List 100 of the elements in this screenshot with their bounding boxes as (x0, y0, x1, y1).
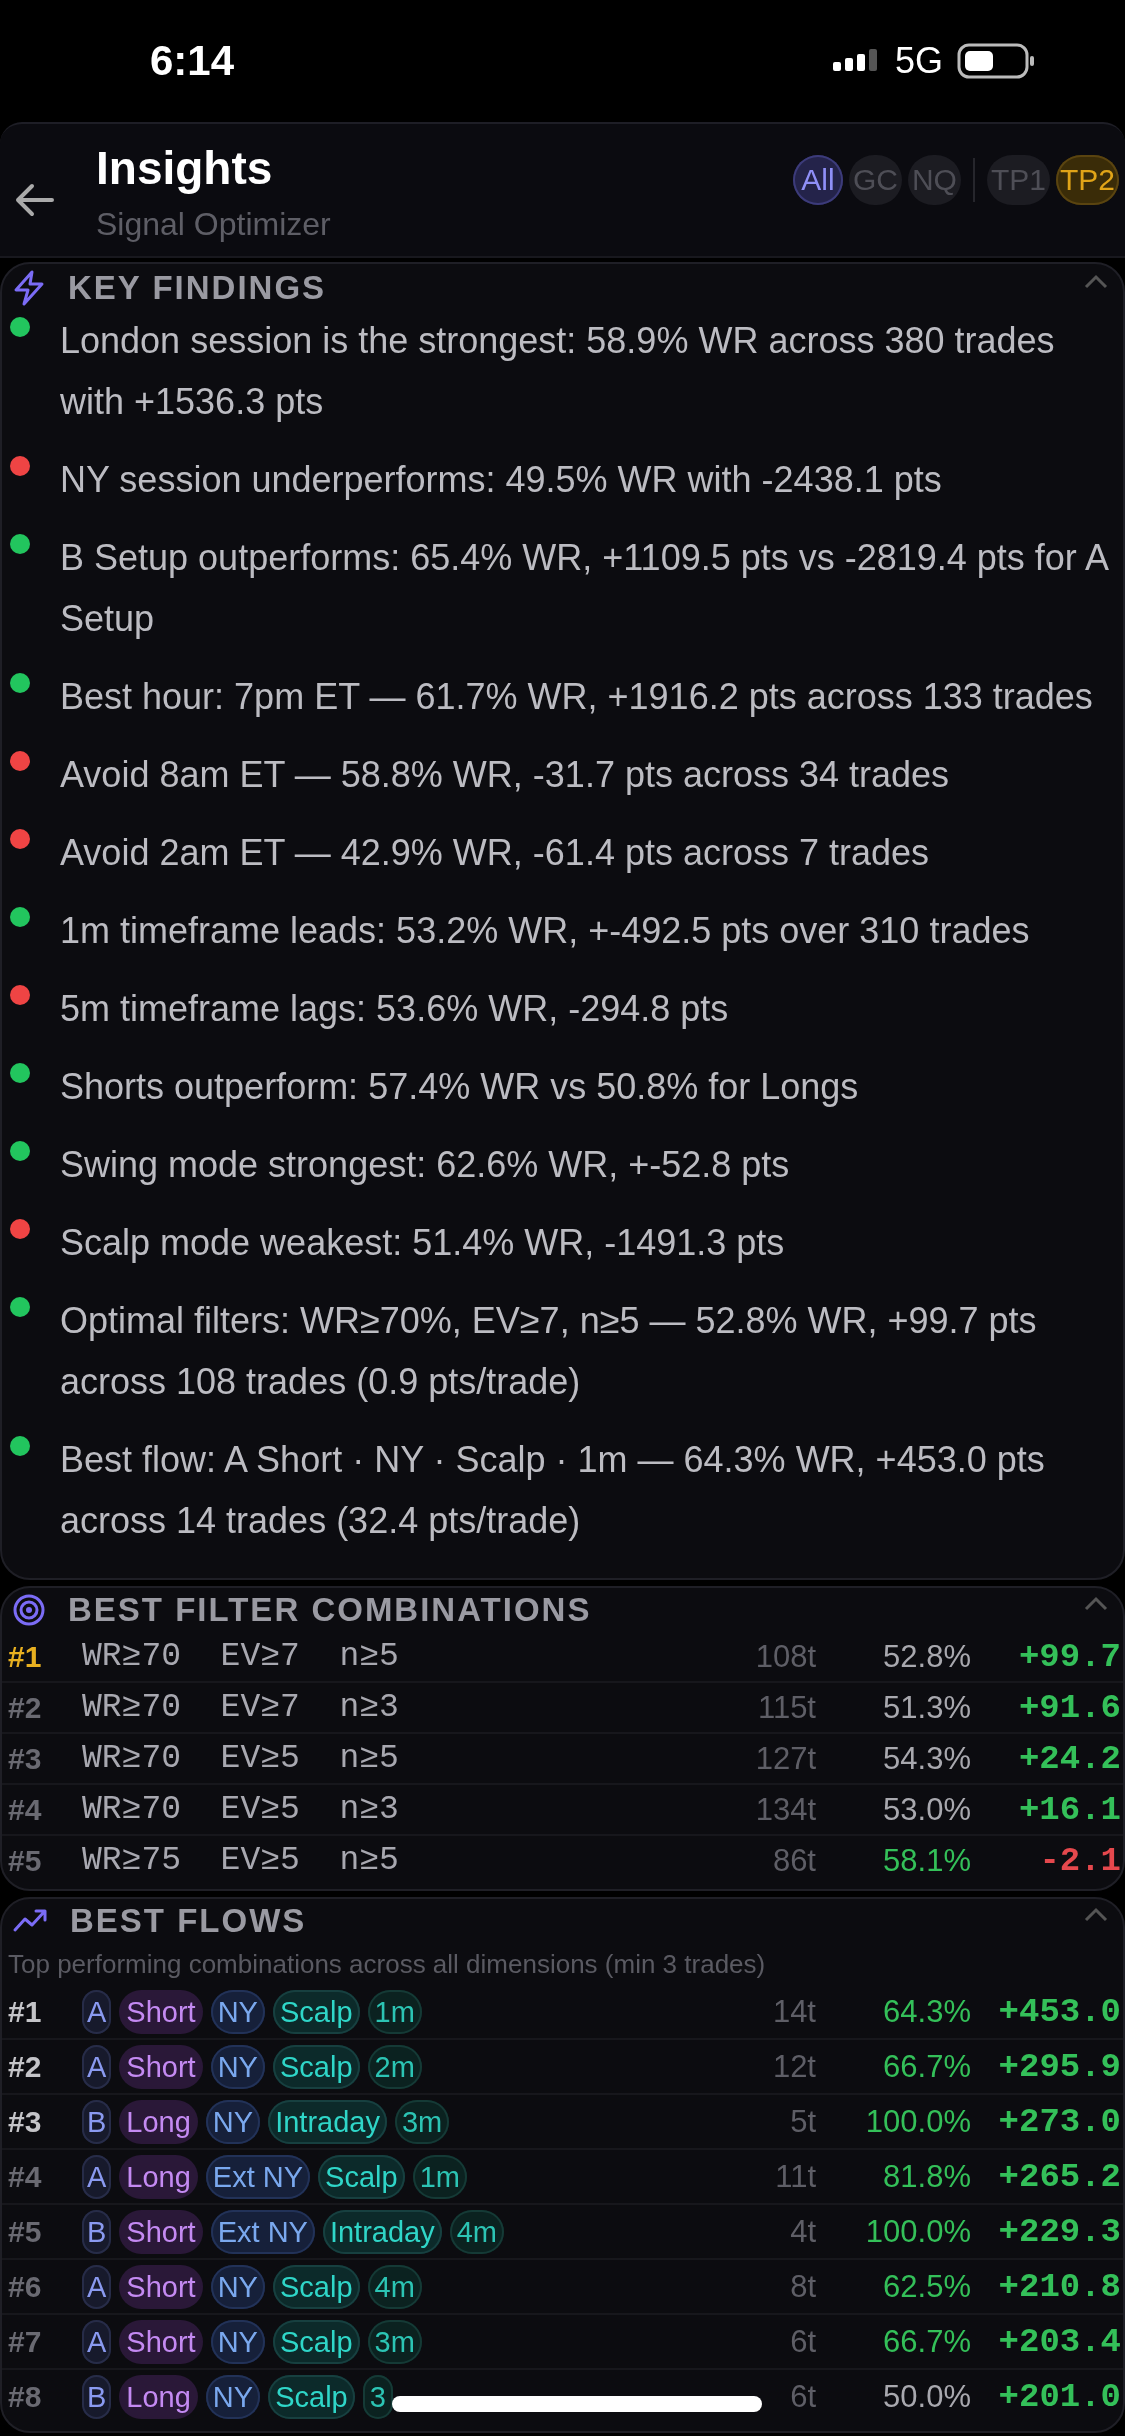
points-value: +265.2 (997, 2157, 1122, 2196)
rank-label: #4 (7, 1792, 43, 1827)
flow-tag: Short (119, 1989, 203, 2034)
section-subtitle: Top performing combinations across all dimensions (min 3 trades) (7, 1948, 767, 1981)
finding-text: 5m timeframe lags: 53.6% WR, -294.8 pts (60, 987, 729, 1031)
points-value: +201.0 (997, 2377, 1122, 2416)
flow-tag: Long (119, 2374, 198, 2419)
flow-tag: Scalp (268, 2374, 355, 2419)
flow-tag: A (82, 2319, 112, 2364)
finding-text: Avoid 8am ET — 58.8% WR, -31.7 pts across 34 trades (60, 753, 950, 797)
page-subtitle: Signal Optimizer (96, 205, 332, 244)
trade-count: 12t (771, 2048, 816, 2085)
section-title: BEST FILTER COMBINATIONS (68, 1591, 593, 1629)
flow-tag: Scalp (272, 1989, 360, 2034)
chevron-up-icon[interactable] (1083, 274, 1109, 290)
rank-label: #4 (7, 2159, 43, 2194)
trade-count: 4t (789, 2213, 816, 2250)
section-title: BEST FLOWS (70, 1902, 308, 1940)
network-label: 5G (894, 40, 943, 82)
win-rate: 50.0% (882, 2378, 971, 2415)
trade-count: 11t (774, 2158, 816, 2195)
flow-tag: Short (119, 2264, 203, 2309)
flow-tag: A (82, 2154, 112, 2199)
trade-count: 134t (754, 1791, 816, 1828)
flow-tag: B (82, 2209, 112, 2254)
section-title: KEY FINDINGS (68, 269, 328, 307)
points-value: +99.7 (1017, 1637, 1122, 1676)
rank-label: #2 (7, 1690, 43, 1725)
flow-tag: Intraday (322, 2209, 442, 2254)
points-value: +295.9 (997, 2047, 1122, 2086)
trade-count: 8t (789, 2268, 816, 2305)
flow-tag: A (82, 2044, 112, 2089)
points-value: -2.1 (1038, 1841, 1122, 1880)
flow-tag: NY (210, 2264, 265, 2309)
filter-combo: WR≥70 EV≥5 n≥3 (82, 1791, 400, 1828)
flow-tag: NY (210, 2319, 265, 2364)
filter-combo: WR≥70 EV≥7 n≥3 (82, 1689, 400, 1726)
flow-tag: B (82, 2374, 112, 2419)
flow-tag: 4m (367, 2264, 422, 2309)
finding-text: B Setup outperforms: 65.4% WR, +1109.5 pts vs -2819.4 pts for A Setup (60, 536, 1109, 641)
rank-label: #5 (7, 2214, 43, 2249)
points-value: +91.6 (1017, 1688, 1122, 1727)
trade-count: 108t (754, 1638, 816, 1675)
win-rate: 100.0% (864, 2103, 971, 2140)
win-rate: 54.3% (882, 1740, 971, 1777)
win-rate: 51.3% (882, 1689, 971, 1726)
filter-combo: WR≥70 EV≥7 n≥5 (82, 1638, 400, 1675)
finding-text: London session is the strongest: 58.9% WR across 380 trades with +1536.3 pts (60, 319, 1056, 424)
win-rate: 53.0% (882, 1791, 971, 1828)
flow-tag: NY (210, 1989, 265, 2034)
finding-text: Shorts outperform: 57.4% WR vs 50.8% for Longs (60, 1065, 859, 1109)
flow-tag: NY (205, 2099, 261, 2144)
points-value: +229.3 (997, 2212, 1122, 2251)
flow-tag: Scalp (272, 2319, 360, 2364)
win-rate: 81.8% (882, 2158, 971, 2195)
win-rate: 58.1% (882, 1842, 971, 1879)
finding-text: 1m timeframe leads: 53.2% WR, +-492.5 pts over 310 trades (60, 909, 1030, 953)
flow-tag: Long (119, 2154, 198, 2199)
flow-tag: 3m (367, 2319, 422, 2364)
win-rate: 64.3% (882, 1993, 971, 2030)
flow-tag: 1m (367, 1989, 422, 2034)
trade-count: 6t (789, 2378, 816, 2415)
trade-count: 6t (789, 2323, 816, 2360)
flow-tag: Scalp (272, 2264, 360, 2309)
target-rings-icon (12, 1593, 46, 1627)
flow-tag: Short (119, 2319, 203, 2364)
win-rate: 100.0% (864, 2213, 971, 2250)
points-value: +203.4 (997, 2322, 1122, 2361)
rank-label: #7 (7, 2324, 43, 2359)
flow-tag: 3 (362, 2374, 393, 2419)
points-value: +24.2 (1017, 1739, 1122, 1778)
win-rate: 66.7% (882, 2323, 971, 2360)
flow-tag: Ext NY (210, 2209, 315, 2254)
flow-tag: Short (119, 2044, 203, 2089)
flow-tag: 4m (449, 2209, 504, 2254)
flow-tag: Scalp (318, 2154, 405, 2199)
rank-label: #8 (7, 2379, 43, 2414)
chevron-up-icon[interactable] (1083, 1907, 1109, 1923)
finding-text: NY session underperforms: 49.5% WR with -2438.1 pts (60, 458, 942, 502)
points-value: +210.8 (997, 2267, 1122, 2306)
win-rate: 62.5% (882, 2268, 971, 2305)
flow-tag: 1m (412, 2154, 467, 2199)
rank-label: #2 (7, 2049, 43, 2084)
page-title: Insights (96, 141, 274, 196)
finding-text: Optimal filters: WR≥70%, EV≥7, n≥5 — 52.8% WR, +99.7 pts across 108 trades (0.9 pts/trade) (60, 1299, 1038, 1404)
rank-label: #3 (7, 2104, 43, 2139)
chevron-up-icon[interactable] (1083, 1596, 1109, 1612)
trade-count: 86t (771, 1842, 816, 1879)
points-value: +273.0 (997, 2102, 1122, 2141)
rank-label: #1 (7, 1994, 43, 2029)
flow-tag: NY (205, 2374, 261, 2419)
filter-chip[interactable]: TP2 (1055, 155, 1119, 205)
trade-count: 14t (771, 1993, 816, 2030)
status-time: 6:14 (150, 37, 235, 85)
filter-chip[interactable]: All (792, 155, 843, 205)
rank-label: #6 (7, 2269, 43, 2304)
rank-label: #3 (7, 1741, 43, 1776)
flow-tag: 3m (394, 2099, 450, 2144)
flow-tag: 2m (367, 2044, 422, 2089)
flow-tag: Intraday (268, 2099, 387, 2144)
